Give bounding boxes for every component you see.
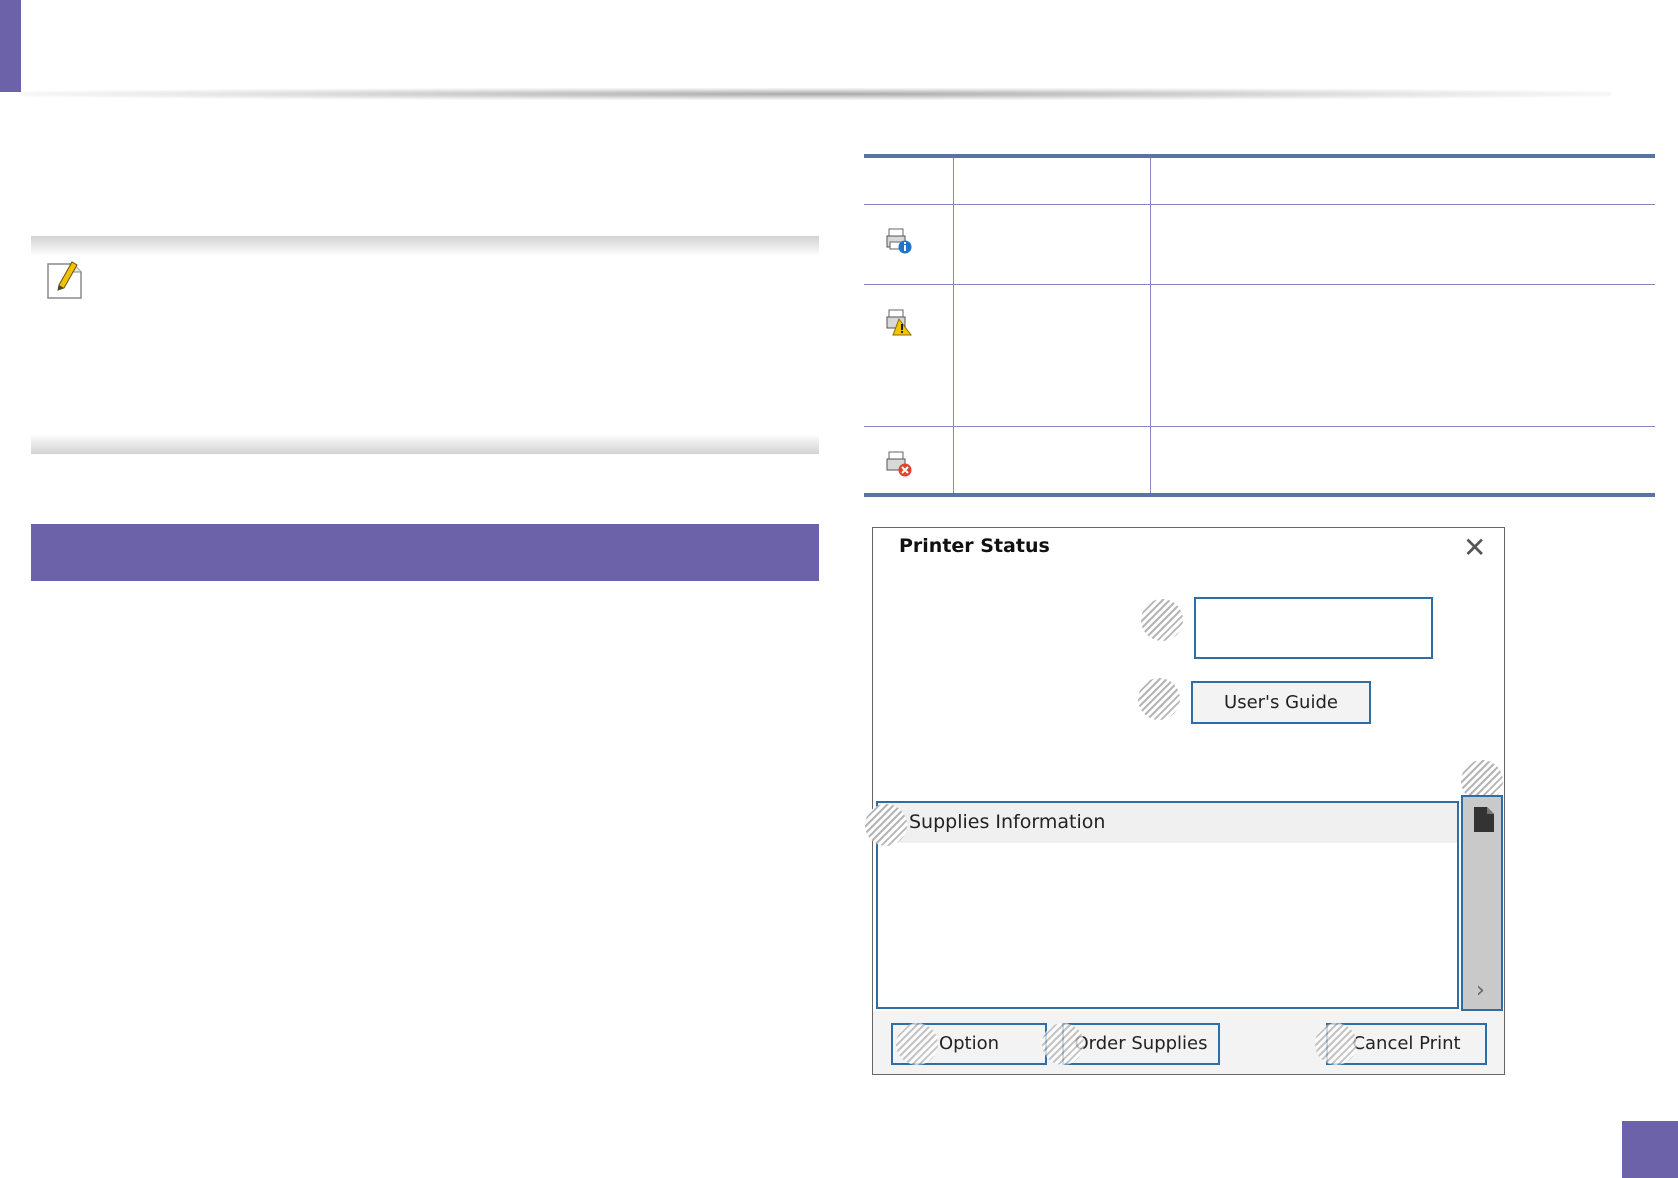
status-message-field bbox=[1194, 597, 1433, 659]
page-number-badge bbox=[1622, 1121, 1678, 1178]
printer-info-icon bbox=[885, 227, 913, 255]
printer-warning-icon bbox=[885, 308, 913, 336]
table-column-rule bbox=[1150, 158, 1151, 493]
table-column-rule bbox=[953, 158, 954, 493]
printer-error-icon bbox=[885, 450, 913, 478]
supplies-information-label: Supplies Information bbox=[909, 811, 1106, 833]
callout-marker bbox=[896, 1023, 938, 1065]
dialog-title: Printer Status bbox=[899, 535, 1050, 557]
order-supplies-button[interactable]: Order Supplies bbox=[1062, 1023, 1220, 1065]
table-top-rule bbox=[864, 154, 1655, 158]
chapter-side-accent bbox=[0, 0, 21, 92]
table-header-rule bbox=[864, 204, 1655, 205]
section-heading-bar bbox=[31, 524, 819, 581]
table-row-rule bbox=[864, 426, 1655, 427]
chevron-right-icon[interactable]: › bbox=[1476, 978, 1485, 1003]
document-icon bbox=[1473, 806, 1495, 833]
table-bottom-rule bbox=[864, 493, 1655, 497]
callout-marker bbox=[1042, 1023, 1084, 1065]
users-guide-button[interactable]: User's Guide bbox=[1191, 681, 1371, 724]
header-divider bbox=[21, 88, 1611, 100]
callout-marker bbox=[1138, 678, 1180, 720]
supplies-content-area bbox=[900, 843, 1456, 993]
note-box-top-band bbox=[31, 236, 819, 256]
note-box-bottom-band bbox=[31, 434, 819, 454]
callout-marker bbox=[1315, 1023, 1357, 1065]
close-icon[interactable]: ✕ bbox=[1463, 534, 1486, 562]
note-pencil-icon bbox=[45, 258, 85, 302]
callout-marker bbox=[1141, 599, 1183, 641]
table-row-rule bbox=[864, 284, 1655, 285]
callout-marker bbox=[865, 804, 907, 846]
